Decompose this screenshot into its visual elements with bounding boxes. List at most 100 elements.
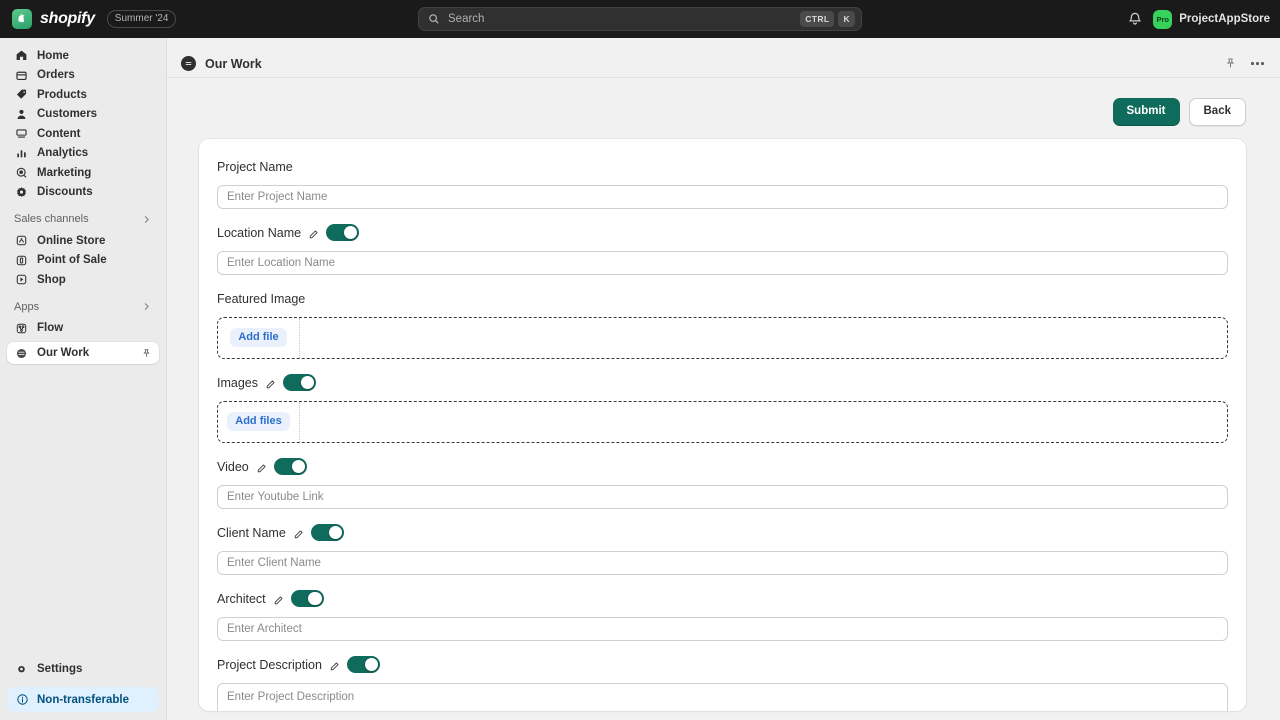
architect-input[interactable] — [217, 616, 1228, 641]
sidebar-item-online-store[interactable]: Online Store — [7, 231, 159, 251]
edit-pencil-icon[interactable] — [293, 527, 304, 539]
home-icon — [14, 49, 28, 63]
sidebar-item-label: Marketing — [37, 166, 92, 179]
field-label-row: Project Name — [217, 157, 1228, 177]
sidebar-item-customers[interactable]: Customers — [7, 105, 159, 125]
search-icon — [429, 14, 439, 24]
app-header: Our Work — [167, 50, 1280, 78]
marketing-icon — [14, 166, 28, 180]
field-video: Video — [217, 457, 1228, 509]
non-transferable-banner: Non-transferable — [7, 687, 159, 712]
sidebar-item-settings[interactable]: Settings — [7, 659, 159, 679]
project-description-textarea[interactable] — [217, 682, 1228, 711]
sidebar-item-marketing[interactable]: Marketing — [7, 163, 159, 183]
flow-icon — [14, 321, 28, 335]
client-name-input[interactable] — [217, 550, 1228, 575]
field-client-name: Client Name — [217, 523, 1228, 575]
submit-button[interactable]: Submit — [1112, 98, 1180, 126]
sidebar-item-label: Our Work — [37, 347, 90, 359]
images-dropzone[interactable]: Add files — [217, 400, 1228, 443]
sidebar-sales-channels-nav: Online Store Point of Sale Shop — [7, 231, 159, 290]
non-transferable-label: Non-transferable — [37, 693, 130, 706]
featured-image-dropzone[interactable]: Add file — [217, 316, 1228, 359]
shop-icon — [14, 273, 28, 287]
products-icon — [14, 88, 28, 102]
notifications-bell-icon[interactable] — [1127, 11, 1143, 27]
sidebar-item-analytics[interactable]: Analytics — [7, 144, 159, 164]
sidebar-item-orders[interactable]: Orders — [7, 66, 159, 86]
more-options-button[interactable] — [1251, 62, 1264, 65]
user-menu[interactable]: Pro ProjectAppStore — [1153, 9, 1270, 29]
section-label: Sales channels — [14, 213, 89, 225]
pin-icon[interactable] — [141, 348, 152, 359]
field-label-row: Video — [217, 457, 1228, 477]
online-store-icon — [14, 234, 28, 248]
sidebar-item-label: Point of Sale — [37, 254, 107, 267]
content-icon — [14, 127, 28, 141]
main-area: Our Work Submit Back Project Name Enter … — [167, 38, 1280, 720]
gear-icon — [14, 662, 28, 676]
sidebar-item-products[interactable]: Products — [7, 85, 159, 105]
field-label-row: Client Name — [217, 523, 1228, 543]
images-toggle[interactable] — [283, 374, 316, 391]
project-name-input[interactable] — [217, 184, 1228, 209]
sidebar-item-content[interactable]: Content — [7, 124, 159, 144]
field-label: Architect — [217, 591, 266, 606]
video-link-input[interactable] — [217, 484, 1228, 509]
back-button[interactable]: Back — [1188, 98, 1246, 126]
sidebar-section-sales-channels[interactable]: Sales channels — [7, 210, 159, 228]
project-description-toggle[interactable] — [346, 656, 380, 673]
avatar: Pro — [1153, 9, 1173, 29]
field-architect: Architect — [217, 589, 1228, 641]
sidebar-item-label: Analytics — [37, 147, 89, 160]
video-toggle[interactable] — [273, 458, 307, 475]
architect-toggle[interactable] — [290, 590, 324, 607]
field-label-row: Images — [217, 373, 1228, 393]
field-label: Project Name — [217, 159, 293, 174]
add-file-button[interactable]: Add file — [230, 328, 287, 347]
pin-icon[interactable] — [1224, 57, 1237, 70]
field-label-row: Location Name — [217, 223, 1228, 243]
location-name-toggle[interactable] — [326, 224, 360, 241]
our-work-app-icon — [181, 56, 196, 71]
edit-pencil-icon[interactable] — [256, 461, 267, 473]
search-input[interactable] — [440, 13, 797, 25]
content-scroll: Submit Back Project Name Location Name — [167, 78, 1280, 720]
location-name-input[interactable] — [217, 250, 1228, 275]
sidebar-item-label: Flow — [37, 322, 64, 335]
chevron-right-icon[interactable] — [141, 301, 152, 312]
sidebar-item-label: Discounts — [37, 186, 93, 199]
season-badge: Summer '24 — [106, 10, 177, 28]
edit-pencil-icon[interactable] — [265, 377, 276, 389]
field-label: Location Name — [217, 225, 302, 240]
client-name-toggle[interactable] — [310, 524, 344, 541]
add-files-button[interactable]: Add files — [227, 412, 290, 431]
customers-icon — [14, 107, 28, 121]
chevron-right-icon[interactable] — [141, 214, 152, 225]
sidebar-item-label: Content — [37, 127, 81, 140]
field-label: Featured Image — [217, 291, 306, 306]
field-label-row: Project Description — [217, 655, 1228, 675]
edit-pencil-icon[interactable] — [308, 227, 319, 239]
our-work-icon — [14, 346, 28, 360]
global-search[interactable]: CTRL K — [418, 7, 862, 31]
sidebar-item-our-work[interactable]: Our Work — [7, 342, 159, 364]
project-form-card: Project Name Location Name — [199, 138, 1246, 711]
app-header-actions — [1224, 57, 1264, 70]
edit-pencil-icon[interactable] — [329, 659, 340, 671]
edit-pencil-icon[interactable] — [273, 593, 284, 605]
field-label-row: Featured Image — [217, 289, 1228, 309]
sidebar-item-point-of-sale[interactable]: Point of Sale — [7, 251, 159, 271]
sidebar-item-label: Home — [37, 49, 69, 62]
sidebar-section-apps[interactable]: Apps — [7, 298, 159, 316]
field-label: Project Description — [217, 657, 322, 672]
sidebar-item-home[interactable]: Home — [7, 46, 159, 66]
top-bar-right: Pro ProjectAppStore — [1127, 0, 1270, 38]
sidebar-item-shop[interactable]: Shop — [7, 270, 159, 290]
sidebar-item-flow[interactable]: Flow — [7, 319, 159, 339]
shopify-brand[interactable]: shopify Summer '24 — [12, 9, 177, 29]
sidebar-item-discounts[interactable]: Discounts — [7, 183, 159, 203]
section-label: Apps — [14, 300, 40, 313]
search-shortcut-key: K — [838, 11, 855, 27]
